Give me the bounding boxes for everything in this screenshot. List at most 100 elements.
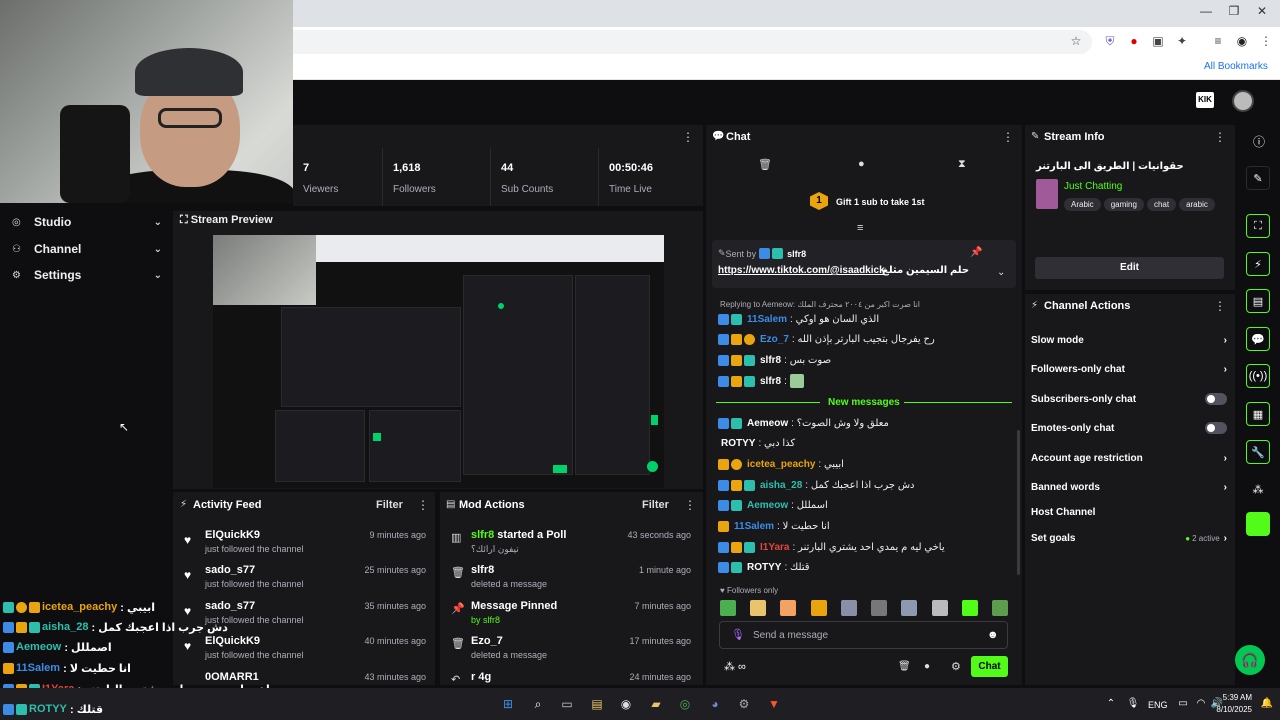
emote-icon[interactable] (961, 600, 978, 616)
media-queue-icon[interactable]: ≡ (1210, 34, 1226, 50)
followers-only-action[interactable]: Followers-only chat › (1031, 359, 1227, 379)
stream-info-menu-icon[interactable]: ⋮ (1214, 130, 1226, 144)
chat-message[interactable]: I1Yara: ياخي ليه م يمدي احد يشتري البارت… (718, 538, 1018, 556)
tag[interactable]: arabic (1179, 198, 1215, 211)
microphone-icon[interactable]: 🎙 (731, 628, 745, 641)
clock-date[interactable]: 8/10/2025 (1212, 705, 1252, 714)
document-icon[interactable]: ▤ (1246, 289, 1270, 313)
broadcast-icon[interactable]: ((•)) (1246, 364, 1270, 388)
activity-menu-icon[interactable]: ⋮ (417, 498, 429, 512)
set-goals-action[interactable]: Set goals ● 2 active › (1031, 528, 1227, 548)
banned-words-action[interactable]: Banned words › (1031, 477, 1227, 497)
clock-time[interactable]: 5:39 AM (1222, 693, 1252, 702)
stream-category[interactable]: Just Chatting (1064, 181, 1122, 192)
extension-box-icon[interactable]: ▣ (1150, 34, 1166, 50)
emote-icon[interactable] (720, 600, 736, 616)
chat-input-placeholder[interactable]: Send a message (753, 630, 828, 641)
mod-filter-button[interactable]: Filter (642, 499, 669, 511)
tag[interactable]: chat (1146, 198, 1177, 211)
chat-message[interactable]: Aemeow: معلق ولا وش الصوت؟ (718, 414, 1018, 432)
extension-opera-icon[interactable]: ● (1126, 34, 1142, 50)
preview-icon[interactable]: ⛶ (1246, 214, 1270, 238)
emote-icon[interactable] (871, 600, 888, 616)
windows-start-icon[interactable]: ⊞ (499, 695, 517, 713)
app-icon[interactable] (1246, 512, 1270, 536)
user-avatar[interactable] (1232, 90, 1254, 112)
emotes-only-toggle[interactable] (1205, 422, 1227, 434)
maximize-icon[interactable]: ❐ (1224, 4, 1244, 22)
chrome-icon[interactable]: ◎ (676, 695, 694, 713)
edit-stream-button[interactable]: Edit (1035, 257, 1224, 279)
emote-icon[interactable] (750, 600, 767, 616)
brave-icon[interactable]: ▼ (765, 695, 783, 713)
language-indicator[interactable]: ENG (1148, 700, 1168, 710)
gear-icon[interactable]: ⚙ (951, 660, 961, 673)
emote-icon[interactable] (810, 600, 827, 616)
chat-message[interactable]: ROTYY: قتلك (718, 558, 1018, 576)
lightning-icon[interactable]: ⚡ (1246, 252, 1270, 276)
emote-icon[interactable] (901, 600, 918, 616)
folder-icon[interactable]: ▰ (647, 695, 665, 713)
file-explorer-icon[interactable]: ▤ (588, 695, 606, 713)
emote-icon[interactable] (780, 600, 797, 616)
close-window-icon[interactable]: ✕ (1252, 4, 1272, 22)
pin-icon[interactable]: 📌 (970, 247, 982, 258)
edit-icon[interactable]: ✎ (1246, 166, 1270, 190)
host-channel-action[interactable]: Host Channel (1031, 502, 1227, 522)
extensions-puzzle-icon[interactable]: ✦ (1174, 34, 1190, 50)
layout-icon[interactable]: ▦ (1246, 402, 1270, 426)
nav-studio[interactable]: ◎ Studio ⌄ (12, 209, 162, 235)
obs-icon[interactable]: ◉ (617, 695, 635, 713)
collapse-icon[interactable]: ≡ (857, 222, 863, 234)
kick-points-icon[interactable]: ⁂ ∞ (724, 660, 746, 673)
discord-icon[interactable]: ◕ (706, 695, 724, 713)
emote-icon[interactable] (840, 600, 857, 616)
chat-message[interactable]: 11Salem: الذي السان هو اوكي (718, 310, 1018, 328)
subscribers-only-action[interactable]: Subscribers-only chat (1031, 389, 1227, 409)
microphone-icon[interactable]: 🎙 (1124, 695, 1142, 713)
emoji-icon[interactable]: ☻ (987, 629, 999, 641)
extension-shield-icon[interactable]: ⛨ (1102, 34, 1118, 50)
notification-bell-icon[interactable]: 🔔 (1258, 695, 1276, 713)
chat-message[interactable]: ROTYY: كذا دبي (718, 434, 1018, 452)
minimize-icon[interactable]: — (1196, 4, 1216, 22)
browser-menu-icon[interactable]: ⋮ (1258, 34, 1274, 50)
steam-icon[interactable]: ⚙ (735, 695, 753, 713)
trash-icon[interactable]: 🗑 (758, 158, 772, 171)
kick-logo-icon[interactable]: KIK (1196, 92, 1214, 108)
chat-message[interactable]: Ezo_7: رح يفرجال بتجيب البارتر بإذن الله (718, 330, 1018, 348)
chat-menu-icon[interactable]: ⋮ (1002, 130, 1014, 144)
chat-message[interactable]: slfr8: صوت بس (718, 351, 1018, 369)
hourglass-icon[interactable]: ⧗ (958, 158, 966, 171)
emote-icon[interactable] (931, 600, 948, 616)
stream-preview-video[interactable] (213, 235, 664, 488)
gift-sub-label[interactable]: Gift 1 sub to take 1st (836, 197, 925, 207)
chat-message[interactable]: aisha_28: دش جرب اذا اعجبك كمل (718, 476, 1018, 494)
mod-menu-icon[interactable]: ⋮ (684, 498, 696, 512)
chat-message[interactable]: Aemeow: اسمللل (718, 496, 1018, 514)
slow-mode-action[interactable]: Slow mode › (1031, 330, 1227, 350)
nav-settings[interactable]: ⚙ Settings ⌄ (12, 262, 162, 288)
subscribers-only-toggle[interactable] (1205, 393, 1227, 405)
chat-message[interactable]: 11Salem: انا حطيت لا (718, 517, 1018, 535)
chevron-down-icon[interactable]: ⌄ (997, 267, 1005, 278)
chat-bubble-icon[interactable]: ● (924, 661, 930, 672)
tag[interactable]: Arabic (1064, 198, 1101, 211)
activity-filter-button[interactable]: Filter (376, 499, 403, 511)
display-icon[interactable]: ▭ (1174, 695, 1192, 713)
chat-scrollbar[interactable] (1017, 430, 1020, 575)
account-age-action[interactable]: Account age restriction › (1031, 448, 1227, 468)
pinned-link[interactable]: https://www.tiktok.com/@isaadkick (718, 265, 885, 276)
wrench-icon[interactable]: 🔧 (1246, 440, 1270, 464)
category-thumbnail[interactable] (1036, 179, 1058, 209)
chat-bubble-icon[interactable]: 💬 (1246, 327, 1270, 351)
chat-bubble-icon[interactable]: ● (858, 158, 865, 170)
trash-icon[interactable]: 🗑 (898, 661, 911, 672)
profile-avatar-icon[interactable]: ◉ (1234, 34, 1250, 50)
emotes-only-action[interactable]: Emotes-only chat (1031, 418, 1227, 438)
support-headset-icon[interactable]: 🎧 (1235, 645, 1265, 675)
all-bookmarks-link[interactable]: All Bookmarks (1204, 61, 1268, 72)
task-view-icon[interactable]: ▭ (558, 695, 576, 713)
chat-message[interactable]: slfr8: (718, 372, 1018, 390)
chat-message[interactable]: icetea_peachy: ابيبي (718, 455, 1018, 473)
